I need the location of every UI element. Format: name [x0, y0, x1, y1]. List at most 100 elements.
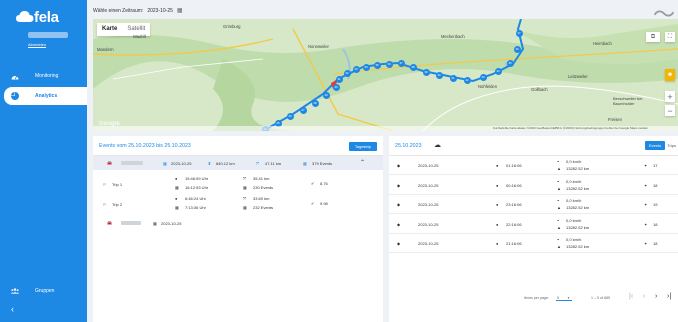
trip-events: 232 Events — [253, 205, 274, 210]
events-panel-title: Events vom 25.10.2023 bis 25.10.2023 — [99, 143, 191, 149]
daytrip-button[interactable]: Tagestrip — [349, 142, 377, 151]
route-marker[interactable]: 37 — [397, 59, 405, 67]
route-marker[interactable]: 46 — [513, 45, 521, 53]
calendar-icon[interactable]: ▦ — [177, 7, 183, 14]
event-time: 23:16:06 — [506, 202, 522, 207]
car-icon: 🚘 — [107, 220, 112, 225]
calendar-icon: ▦ — [175, 185, 179, 190]
event-time: 21:16:06 — [506, 241, 522, 246]
trip-km: 33.69 km — [253, 196, 270, 201]
map[interactable]: Karte Satellit Grimburg Wadrill Mandern … — [93, 19, 678, 131]
collapse-chevron-icon[interactable]: ⌃ — [360, 159, 365, 166]
trip-start: 15:46:59 Uhr — [185, 176, 209, 181]
map-place-label: Grimburg — [223, 24, 241, 29]
tab-map[interactable]: Karte — [97, 23, 122, 36]
event-odometer: 13282.52 km — [566, 166, 590, 171]
event-odometer: 13282.52 km — [566, 205, 590, 210]
date-range-value[interactable]: 2023-10-25 — [147, 8, 173, 14]
route-marker[interactable]: 31 — [335, 75, 343, 83]
zoom-in-button[interactable]: + — [665, 91, 675, 102]
route-marker[interactable]: 43 — [479, 73, 487, 81]
clock-icon: ● — [496, 202, 499, 207]
road-icon: ▲ — [557, 166, 561, 171]
events-panel: Events vom 25.10.2023 bis 25.10.2023 Tag… — [93, 136, 383, 322]
event-date: 2023-10-25 — [418, 221, 439, 227]
event-date: 2023-10-25 — [418, 241, 439, 246]
road-icon: ⤧ — [256, 161, 260, 166]
route-marker[interactable]: 41 — [449, 74, 457, 82]
street-view-pegman-icon[interactable]: ☻ — [665, 69, 675, 81]
route-marker[interactable]: 28 — [311, 99, 319, 107]
cloud-download-icon[interactable]: ☁ — [434, 141, 441, 149]
route-marker[interactable]: 35 — [373, 61, 381, 69]
event-row[interactable]: ◆ 2023-10-25 ● 21:16:06 ◓ 0,0 km/h ▲ 132… — [389, 234, 678, 253]
satellite-icon: ✦ — [644, 163, 648, 168]
logout-link[interactable]: Abmelden — [28, 42, 46, 47]
previous-page-button[interactable]: ‹ — [643, 293, 645, 300]
route-marker[interactable]: 33 — [352, 65, 360, 73]
route-marker[interactable]: 34 — [362, 63, 370, 71]
route-marker[interactable]: 32 — [343, 69, 351, 77]
speed-icon: ◓ — [557, 178, 560, 184]
route-marker[interactable]: 38 — [409, 63, 417, 71]
nav-item-monitoring[interactable]: Monitoring — [0, 67, 87, 85]
event-row[interactable]: ◆ 2023-10-25 ● 01:16:06 ◓ 0,0 km/h ▲ 132… — [389, 156, 678, 175]
route-marker[interactable]: 30 — [332, 83, 340, 91]
group-icon — [11, 287, 19, 295]
event-speed: 0,0 km/h — [566, 198, 582, 203]
event-row[interactable]: ◆ 2023-10-25 ● 23:16:06 ◓ 0,0 km/h ▲ 132… — [389, 195, 678, 214]
trip-row[interactable]: ⚐ Trip 2 ● 6:46:24 Uhr ▦ 7:13:36 Uhr ⤧ 3… — [93, 194, 383, 214]
fullscreen-icon[interactable]: ⛶ — [665, 32, 675, 42]
nav-item-analytics[interactable]: Analytics — [4, 87, 87, 105]
event-row[interactable]: ◆ 2023-10-25 ● 00:16:06 ◓ 0,0 km/h ▲ 132… — [389, 176, 678, 195]
map-layers-control[interactable]: ⧉ — [646, 32, 660, 42]
route-marker[interactable]: 40 — [435, 71, 443, 79]
event-date: 2023-10-25 — [418, 182, 439, 188]
next-page-button[interactable]: › — [655, 293, 657, 300]
main-content: Wähle einen Zeitraum: 2023-10-25 ▦ 〜 Kar… — [87, 0, 678, 322]
clock-icon: ● — [496, 163, 499, 168]
tab-events[interactable]: Events — [645, 141, 666, 150]
speed-icon: ◓ — [557, 217, 560, 223]
vehicle-summary-row[interactable]: 🚘 ▦ 2023-10-25 ⧗ 840.12 km ⤧ 47.11 km ▦ … — [93, 156, 383, 170]
event-row[interactable]: ◆ 2023-10-25 ● 22:16:06 ◓ 0,0 km/h ▲ 132… — [389, 215, 678, 234]
flag-icon: ⚐ — [103, 182, 107, 187]
nav-label: Monitoring — [35, 73, 59, 79]
route-marker[interactable]: 39 — [422, 68, 430, 76]
route-marker[interactable]: 36 — [385, 60, 393, 68]
last-page-button[interactable]: ›| — [667, 293, 671, 300]
route-marker[interactable]: 26 — [286, 112, 294, 120]
first-page-button[interactable]: |‹ — [629, 293, 633, 300]
trip-name: Trip 2 — [112, 202, 123, 207]
map-place-label: Mandern — [97, 47, 114, 52]
route-marker[interactable]: 27 — [299, 106, 307, 114]
vehicle-summary-row[interactable]: 🚘 ▦ 2023-10-25 — [93, 216, 383, 230]
collapse-sidebar-icon[interactable]: ‹ — [11, 304, 14, 314]
trip-end: 7:13:36 Uhr — [185, 205, 206, 210]
cloud-logo-icon — [16, 11, 34, 22]
road-icon: ▲ — [557, 185, 561, 191]
trip-row[interactable]: ⚐ Trip 1 ● 15:46:59 Uhr ▦ 16:12:53 Uhr ⤧… — [93, 174, 383, 194]
zoom-out-button[interactable]: − — [665, 105, 675, 116]
trip-events: 230 Events — [253, 185, 274, 190]
map-place-label: Nohfelden — [478, 84, 498, 89]
event-time: 00:16:06 — [506, 182, 522, 188]
date-range-label: Wähle einen Zeitraum: — [93, 7, 144, 14]
route-marker[interactable]: 45 — [506, 59, 514, 67]
nav-item-groups[interactable]: Gruppen — [0, 282, 87, 300]
speed-icon: ◓ — [557, 198, 560, 203]
tab-trips[interactable]: Trips — [665, 141, 678, 150]
event-value: 18 — [653, 221, 658, 227]
satellite-icon: ✦ — [644, 202, 648, 207]
calendar-icon: ▦ — [243, 185, 247, 190]
sidebar: fela Abmelden Monitoring Analytics Grupp… — [0, 0, 87, 322]
route-marker[interactable]: 44 — [494, 67, 502, 75]
pie-chart-icon — [11, 92, 19, 100]
route-marker[interactable]: 47 — [515, 29, 523, 37]
trip-score: 8.76 — [320, 181, 328, 186]
route-marker[interactable]: 29 — [322, 91, 330, 99]
event-value: 19 — [653, 202, 658, 207]
clock-icon: ● — [496, 241, 499, 246]
satellite-icon: ✦ — [644, 182, 648, 188]
route-marker[interactable]: 42 — [463, 76, 471, 84]
